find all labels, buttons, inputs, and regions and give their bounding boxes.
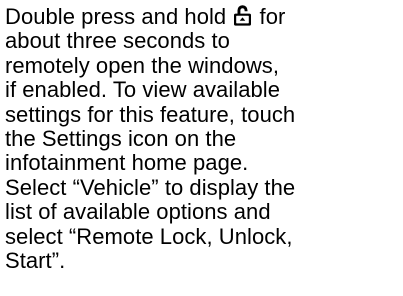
- unlock-icon: [233, 4, 252, 26]
- paragraph-line-1-start: Double press and hold: [5, 4, 233, 29]
- paragraph-line: Select “Vehicle” to display the: [5, 174, 296, 200]
- paragraph-line-1-end: for: [253, 4, 286, 29]
- paragraph-line: settings for this feature, touch: [5, 101, 296, 127]
- paragraph-line: infotainment home page.: [5, 150, 249, 176]
- paragraph-line: about three seconds to: [5, 28, 230, 54]
- paragraph-line: select “Remote Lock, Unlock,: [5, 223, 293, 249]
- paragraph-line-1: Double press and hold for: [5, 4, 401, 29]
- instruction-paragraph: Double press and hold for about three se…: [5, 4, 401, 273]
- paragraph-line: remotely open the windows,: [5, 52, 280, 78]
- paragraph-line: list of available options and: [5, 199, 271, 225]
- paragraph-line: if enabled. To view available: [5, 77, 280, 103]
- paragraph-line: Start”.: [5, 248, 66, 274]
- paragraph-line: the Settings icon on the: [5, 126, 237, 152]
